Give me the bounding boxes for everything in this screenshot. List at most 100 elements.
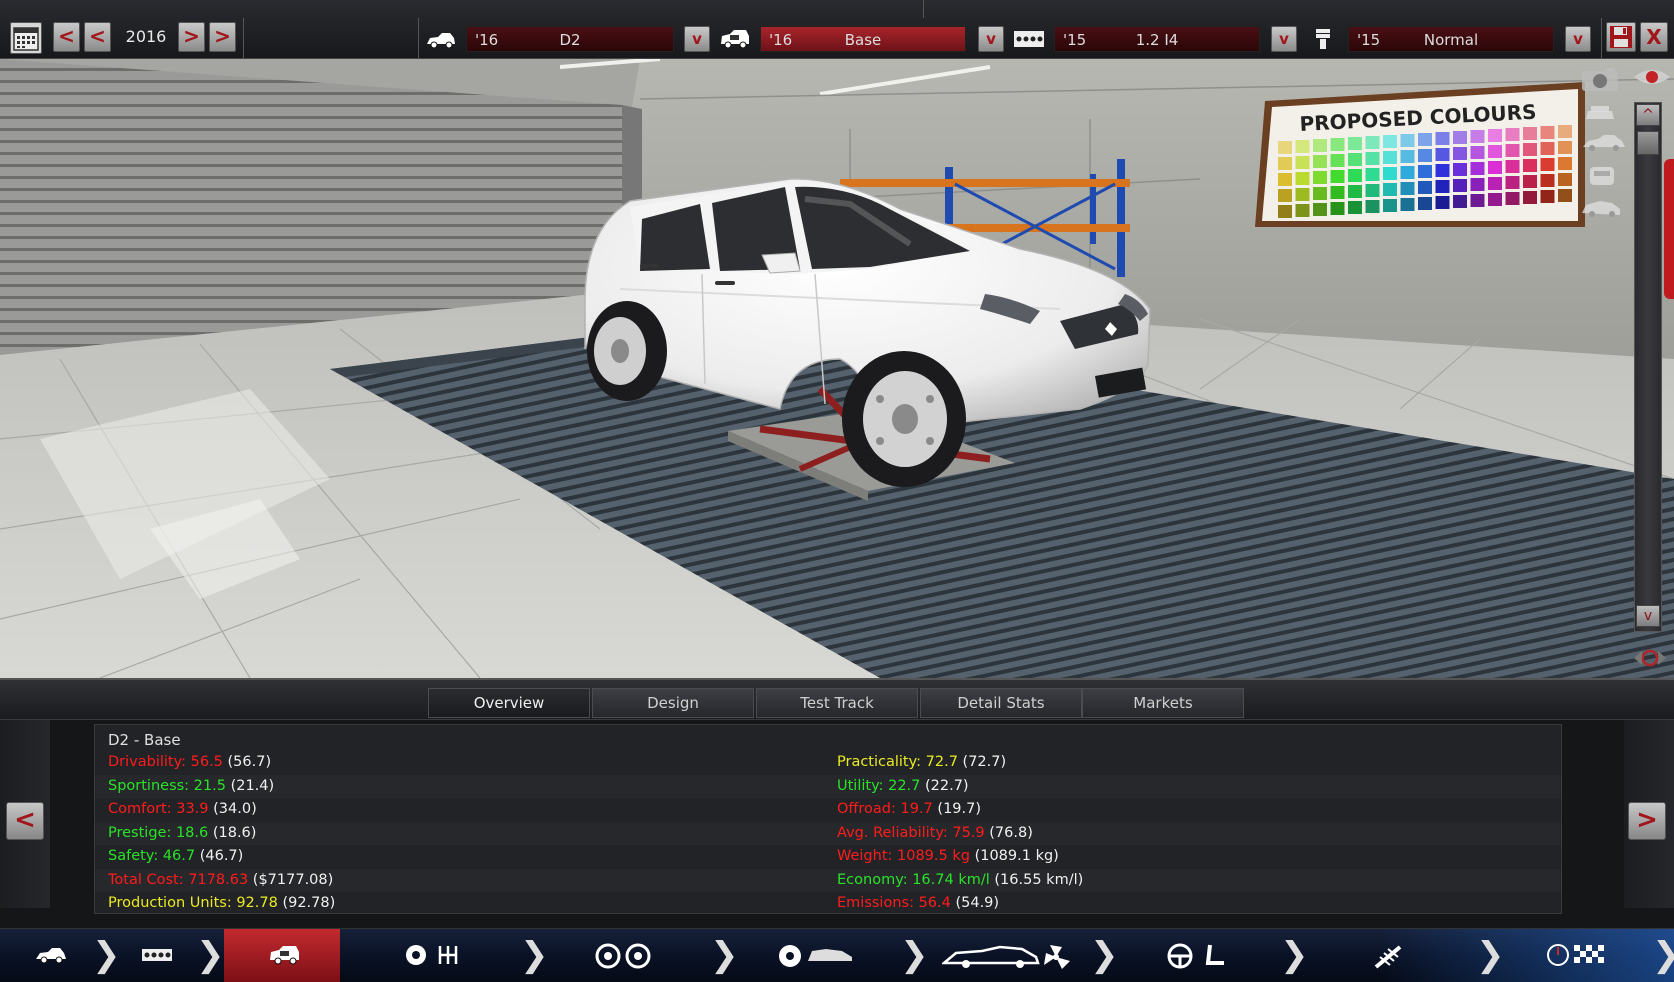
- eye-icon[interactable]: [1632, 65, 1672, 89]
- stats-row: Production Units: 92.78 (92.78) Emissions…: [95, 892, 1561, 915]
- colour-swatch: [1453, 179, 1467, 192]
- colour-swatch: [1505, 128, 1520, 141]
- engine-block-icon: [1012, 26, 1046, 52]
- colour-swatch: [1365, 168, 1380, 181]
- step-chevron: ❯: [710, 935, 739, 975]
- next-trim-button[interactable]: >: [1628, 802, 1666, 840]
- stat-left: Total Cost: 7178.63 ($7177.08): [108, 872, 333, 888]
- stat-reference: (34.0): [213, 801, 257, 817]
- colour-swatch: [1523, 143, 1537, 156]
- year-prev-fast-button[interactable]: <: [53, 22, 80, 52]
- engine-variant-dropdown-button[interactable]: v: [1565, 26, 1591, 52]
- aero-step-icon[interactable]: [940, 943, 1072, 975]
- close-button[interactable]: X: [1640, 22, 1668, 52]
- colour-swatch: [1400, 134, 1415, 147]
- scroll-down-button[interactable]: v: [1636, 605, 1660, 627]
- colour-swatch: [1313, 187, 1327, 200]
- colour-swatch: [1365, 200, 1380, 213]
- colour-swatch: [1383, 183, 1397, 196]
- scroll-thumb[interactable]: [1637, 131, 1659, 155]
- engine-step-icon[interactable]: [140, 943, 174, 971]
- colour-swatch: [1558, 173, 1572, 186]
- year-next-fast-button[interactable]: >: [209, 22, 236, 52]
- engine-variant-name: Normal: [1423, 31, 1479, 49]
- colour-swatch: [1418, 133, 1432, 146]
- car-3d-viewport[interactable]: PROPOSED COLOURS ^ v: [0, 59, 1674, 678]
- year-prev-button[interactable]: <: [84, 22, 111, 52]
- stats-panel: Overview Design Test Track Detail Stats …: [0, 678, 1674, 928]
- stat-right: Emissions: 56.4 (54.9): [837, 895, 999, 911]
- save-icon[interactable]: [1606, 22, 1636, 52]
- colour-swatch: [1488, 193, 1502, 206]
- suspension-step-icon[interactable]: [1370, 943, 1406, 975]
- tab-overview[interactable]: Overview: [428, 688, 590, 718]
- stats-row: Comfort: 33.9 (34.0) Offroad: 19.7 (19.7): [95, 798, 1561, 821]
- year-display: 2016: [125, 27, 167, 46]
- colour-swatch: [1400, 166, 1415, 179]
- gearbox-step-icon[interactable]: [404, 943, 468, 971]
- stat-reference: (1089.1 kg): [974, 848, 1059, 864]
- trim-name: Base: [844, 31, 882, 49]
- car-front-view-icon[interactable]: [1580, 101, 1620, 125]
- divider: [418, 18, 419, 58]
- colour-swatch: [1348, 169, 1362, 182]
- colour-swatch: [1470, 162, 1485, 175]
- trim-dropdown-button[interactable]: v: [978, 26, 1004, 52]
- calendar-icon[interactable]: [10, 22, 42, 54]
- interior-step-icon[interactable]: [1166, 943, 1230, 973]
- stat-reference: (56.7): [227, 754, 272, 770]
- stat-reference: (19.7): [937, 801, 982, 817]
- colour-swatch: [1295, 156, 1310, 169]
- engine-variant-select[interactable]: '15 Normal: [1348, 26, 1554, 52]
- stats-row: Prestige: 18.6 (18.6) Avg. Reliability: 7…: [95, 821, 1561, 845]
- camera-icon[interactable]: [1576, 63, 1624, 93]
- colour-swatch: [1523, 191, 1537, 204]
- year-next-button[interactable]: >: [178, 22, 205, 52]
- step-chevron: ❯: [1652, 935, 1674, 975]
- design-steps-nav: ❯ ❯ ❯ ❯ ❯ ❯ ❯ ❯ ❯: [0, 928, 1674, 982]
- recenter-icon[interactable]: [1630, 643, 1670, 673]
- colour-swatch: [1488, 129, 1502, 142]
- scroll-up-button[interactable]: ^: [1636, 104, 1660, 126]
- colour-swatch: [1453, 163, 1467, 176]
- car-model-step-icon[interactable]: [34, 943, 68, 971]
- car-side-view-icon[interactable]: [1580, 131, 1628, 155]
- trim-select[interactable]: '16 Base: [760, 26, 966, 52]
- stat-value: Sportiness: 21.5: [108, 777, 226, 794]
- trim-step-icon[interactable]: [268, 943, 302, 971]
- view-scrollbar[interactable]: [1634, 102, 1662, 632]
- stat-value: Production Units: 92.78: [108, 895, 278, 911]
- tab-test-track[interactable]: Test Track: [756, 688, 918, 718]
- body-design-step-icon[interactable]: [776, 943, 856, 973]
- colour-swatch: [1435, 196, 1450, 209]
- stat-value: Emissions: 56.4: [837, 895, 951, 911]
- tab-design[interactable]: Design: [592, 688, 754, 718]
- stats-row: Total Cost: 7178.63 ($7177.08) Economy: 1…: [95, 868, 1561, 892]
- engine-name: 1.2 I4: [1135, 31, 1179, 49]
- wheels-step-icon[interactable]: [594, 943, 654, 973]
- car-3q-view-icon[interactable]: [1578, 195, 1624, 221]
- colour-swatch: [1330, 170, 1345, 183]
- engine-dropdown-button[interactable]: v: [1271, 26, 1297, 52]
- tab-detail-stats[interactable]: Detail Stats: [920, 688, 1082, 718]
- tab-markets[interactable]: Markets: [1082, 688, 1244, 718]
- stat-value: Weight: 1089.5 kg: [837, 848, 970, 864]
- stat-reference: (92.78): [282, 895, 336, 911]
- stat-right: Economy: 16.74 km/l (16.55 km/l): [837, 872, 1083, 888]
- stat-value: Offroad: 19.7: [837, 801, 933, 817]
- colour-swatch: [1453, 147, 1467, 160]
- car-top-view-icon[interactable]: [1582, 163, 1622, 189]
- colour-swatch: [1418, 197, 1432, 210]
- stat-value: Utility: 22.7: [837, 777, 921, 794]
- stat-reference: (16.55 km/l): [994, 871, 1084, 888]
- stat-left: Drivability: 56.5 (56.7): [108, 754, 271, 770]
- model-dropdown-button[interactable]: v: [684, 26, 710, 52]
- car-title: D2 - Base: [108, 731, 181, 749]
- previous-trim-button[interactable]: <: [6, 802, 44, 840]
- colour-swatch: [1365, 136, 1380, 149]
- test-track-step-icon[interactable]: [1546, 941, 1610, 973]
- colour-swatch: [1400, 182, 1415, 195]
- engine-select[interactable]: '15 1.2 I4: [1054, 26, 1260, 52]
- colour-swatch: [1278, 205, 1292, 218]
- model-select[interactable]: '16 D2: [466, 26, 674, 52]
